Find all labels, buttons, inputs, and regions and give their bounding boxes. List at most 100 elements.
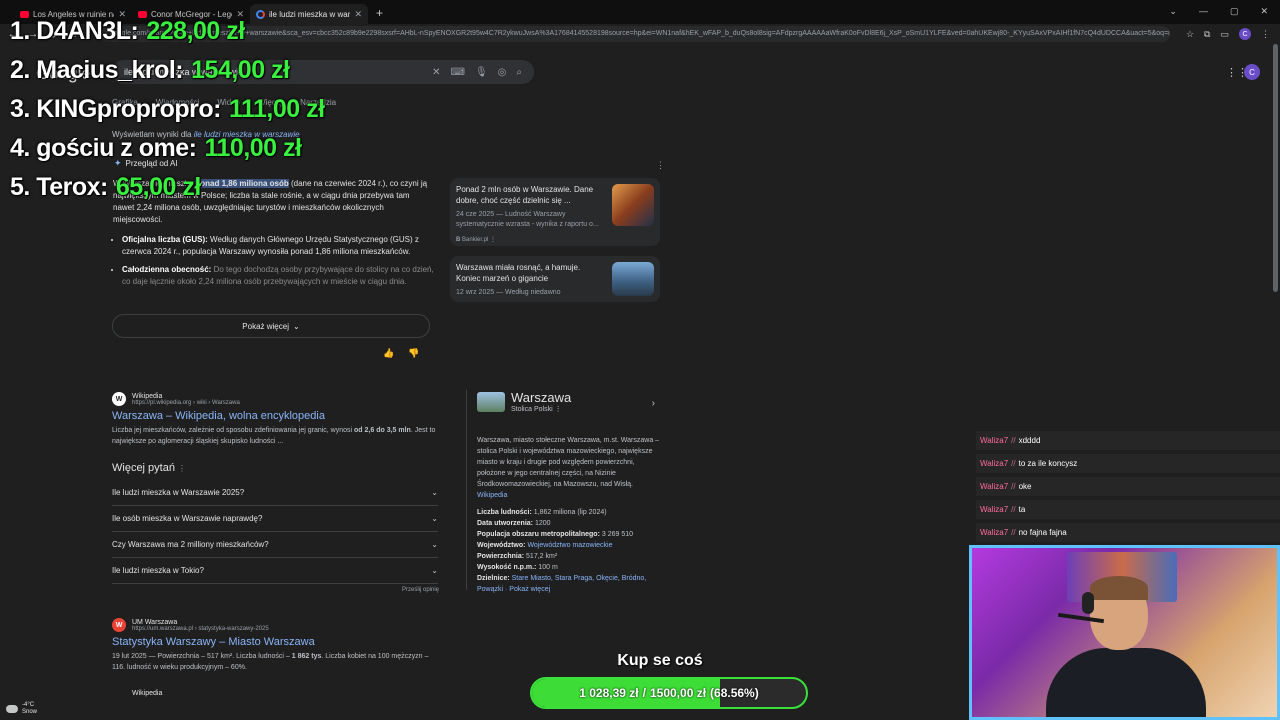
kp-facts: Liczba ludności: 1,862 miliona (lip 2024… [477,507,663,595]
new-tab-icon[interactable]: + [376,6,383,20]
goal-progress-text: 1 028,39 zł/1500,00 zł (68.56%) [579,686,759,700]
kp-fact: Powierzchnia: 517,2 km² [477,553,558,560]
search-result: W UM Warszawa https://um.warszawa.pl › s… [112,618,442,673]
donation-ranking: 1. D4AN3L: 228,00 zł 2. Macius_krol: 154,0… [10,12,325,207]
ai-bullet: Całodzienna obecność: Do tego dochodzą o… [122,264,434,288]
more-options-icon[interactable]: ⋮ [656,160,665,171]
window-controls: ⌄ — ▢ ✕ [1169,6,1268,17]
result-site[interactable]: W Wikipedia https://pl.wikipedia.org › w… [112,392,442,406]
send-feedback-link[interactable]: Prześlij opinię [402,587,439,593]
chevron-down-icon[interactable]: ⌄ [1169,6,1177,17]
um-warszawa-icon: W [112,618,126,632]
source-card-title: Ponad 2 mln osób w Warszawie. Dane dobre… [456,185,594,205]
chevron-right-icon[interactable]: › [652,398,655,409]
chat-message: Waliza7//no fajna fajna [976,523,1280,542]
source-card-title: Warszawa miała rosnąć, a hamuje. Koniec … [456,263,581,283]
kp-subtitle: Stolica Polski ⋮ [511,406,562,413]
divider [466,390,467,590]
chevron-down-icon: ⌄ [431,540,438,549]
source-card-meta: 24 cze 2025 — Ludność Warszawy systematy… [456,211,599,228]
chevron-down-icon: ⌄ [431,514,438,523]
result-url: https://pl.wikipedia.org › wiki › Warsza… [132,399,240,406]
chevron-down-icon: ⌄ [431,566,438,575]
paa-question[interactable]: Ile ludzi mieszka w Tokio? ⌄ [112,558,438,584]
next-result-site[interactable]: Wikipedia [132,690,162,697]
ai-bullet: Oficjalna liczba (GUS): Według danych Gł… [122,234,434,258]
result-site-name: UM Warszawa [132,618,178,626]
ai-source-card[interactable]: Warszawa miała rosnąć, a hamuje. Koniec … [450,256,660,302]
kp-description: Warszawa, miasto stołeczne Warszawa, m.s… [477,437,660,499]
profile-avatar[interactable]: C [1239,28,1251,40]
kp-fact: Populacja obszaru metropolitalnego: 3 26… [477,531,634,538]
streamer-hair [1090,576,1148,600]
paa-heading: Więcej pytań ⋮ [112,462,187,474]
thumbs-up-icon[interactable]: 👍 [383,348,394,359]
kp-source-link[interactable]: Wikipedia [477,492,507,499]
microphone-icon[interactable]: 🎙 [475,67,488,78]
ai-overview-bullets: Oficjalna liczba (GUS): Według danych Gł… [122,234,434,294]
warsaw-thumbnail [477,391,505,412]
ai-bullet-title: Całodzienna obecność: [122,265,212,274]
kp-fact[interactable]: Dzielnice: Stare Miasto, Stara Praga, Ok… [477,573,663,595]
kp-title: Warszawa [511,390,572,405]
result-title-link[interactable]: Warszawa – Wikipedia, wolna encyklopedia [112,410,442,422]
source-card-meta: 12 wrz 2025 — Według niedawno [456,289,561,296]
sidepanel-icon[interactable]: ▭ [1220,29,1229,40]
source-card-site: B Bankier.pl ⋮ [456,237,497,243]
chat-message: Waliza7//ta [976,500,1280,519]
keyboard-icon[interactable]: ⌨ [451,67,465,78]
lens-icon[interactable]: ◎ [498,67,507,78]
kp-fact: Wysokość n.p.m.: 100 m [477,564,558,571]
menu-dots-icon[interactable]: ⋮ [1261,29,1270,40]
paa-question[interactable]: Ile osób mieszka w Warszawie naprawdę? ⌄ [112,506,438,532]
close-icon[interactable]: ✕ [354,9,362,20]
kp-header[interactable]: Warszawa Stolica Polski ⋮ [477,390,663,413]
bookmark-star-icon[interactable]: ☆ [1186,29,1194,40]
kp-fact[interactable]: Województwo: Województwo mazowieckie [477,540,663,551]
search-result: W Wikipedia https://pl.wikipedia.org › w… [112,392,442,447]
chat-message: Waliza7//oke [976,477,1280,496]
ranking-row: 2. Macius_krol: 154,00 zł [10,56,290,84]
chevron-down-icon: ⌄ [431,488,438,497]
stream-chat: Waliza7//xdddd Waliza7//to za ile koncys… [976,431,1280,546]
knowledge-panel: Warszawa Stolica Polski ⋮ › Warszawa, mi… [477,390,663,595]
people-also-ask: Więcej pytań ⋮ Ile ludzi mieszka w Warsz… [112,462,438,584]
close-window-icon[interactable]: ✕ [1260,6,1268,17]
search-icon[interactable]: ⌕ [516,67,522,78]
account-avatar[interactable]: C [1244,64,1260,80]
streamer-body [1046,648,1206,717]
chat-message: Waliza7//to za ile koncysz [976,454,1280,473]
snow-cloud-icon [6,705,18,713]
city-thumbnail [612,184,654,226]
weather-desc: Snow [22,709,38,715]
ranking-row: 1. D4AN3L: 228,00 zł [10,17,245,45]
clear-icon[interactable]: ✕ [432,67,440,78]
chat-message: Waliza7//xdddd [976,431,1280,450]
extensions-icon[interactable]: ⧉ [1204,29,1210,40]
ai-source-card[interactable]: Ponad 2 mln osób w Warszawie. Dane dobre… [450,178,660,246]
ai-feedback: 👍 👎 [383,348,419,359]
wikipedia-icon: W [112,392,126,406]
result-title-link[interactable]: Statystyka Warszawy – Miasto Warszawa [112,636,442,648]
result-site-name: Wikipedia [132,392,163,400]
ranking-row: 4. gościu z ome: 110,00 zł [10,134,302,162]
result-url: https://um.warszawa.pl › statystyka-wars… [132,625,269,632]
result-snippet: 19 lut 2025 — Powierzchnia – 517 km². Li… [112,653,429,671]
kp-fact: Liczba ludności: 1,862 miliona (lip 2024… [477,509,607,516]
ranking-row: 3. KINGpropropro: 111,00 zł [10,95,325,123]
thumbs-down-icon[interactable]: 👎 [408,348,419,359]
ranking-row: 5. Terox: 65,00 zł [10,173,201,201]
maximize-icon[interactable]: ▢ [1230,6,1239,17]
webcam-feed [969,545,1280,720]
skyline-thumbnail [612,262,654,296]
paa-question[interactable]: Ile ludzi mieszka w Warszawie 2025? ⌄ [112,480,438,506]
taskbar-weather[interactable]: -4°C Snow [6,702,37,716]
kp-fact: Data utworzenia: 1200 [477,520,551,527]
headset [1082,592,1094,614]
paa-question[interactable]: Czy Warszawa ma 2 milliony mieszkańców? ⌄ [112,532,438,558]
show-more-button[interactable]: Pokaż więcej ⌄ [112,314,430,338]
weather-temp: -4°C [22,702,35,708]
minimize-icon[interactable]: — [1199,6,1208,17]
page-scrollbar[interactable] [1273,44,1278,292]
result-site[interactable]: W UM Warszawa https://um.warszawa.pl › s… [112,618,442,632]
